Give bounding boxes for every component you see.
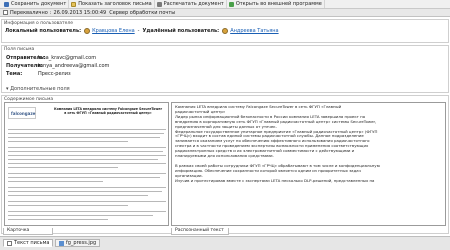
- image-text-line: [8, 159, 158, 161]
- tab-recognized-text[interactable]: Распознанный текст: [171, 228, 229, 235]
- subject-row: Тема: Пресс-релиз: [6, 71, 71, 77]
- external-app-icon: [228, 1, 234, 7]
- status-checkbox[interactable]: [3, 10, 8, 15]
- show-header-label: Показать заголовок письма: [78, 1, 152, 7]
- user-info-group: Информация о пользователе Локальный поль…: [1, 19, 449, 43]
- image-text-line: [8, 133, 164, 135]
- image-text-line: [8, 211, 166, 213]
- toolbar: Сохранить документ Показать заголовок пи…: [0, 0, 450, 9]
- open-external-label: Открыть во внешней программе: [235, 1, 322, 7]
- recognized-text-pane[interactable]: Компания LETA внедрила систему Falcongaz…: [171, 102, 446, 226]
- user-icon: [84, 28, 91, 34]
- show-header-button[interactable]: Показать заголовок письма: [69, 0, 155, 8]
- image-text-line: [8, 187, 166, 189]
- print-document-label: Распечатать документ: [163, 1, 224, 7]
- print-document-button[interactable]: Распечатать документ: [155, 0, 227, 8]
- image-text-line: [8, 219, 108, 221]
- remote-user-label: Удалённый пользователь:: [142, 28, 220, 34]
- user-info-header: Информация о пользователе: [4, 21, 74, 26]
- subject-label: Тема:: [6, 71, 23, 77]
- image-text-line: [8, 155, 166, 157]
- recipients-value: tanya_andreeva@gmail.com: [38, 63, 110, 69]
- open-external-button[interactable]: Открыть во внешней программе: [227, 0, 325, 8]
- image-text-line: [8, 167, 118, 169]
- status-time: 26.09.2013 15:00:49: [53, 9, 107, 16]
- status-label: Переквалично: [10, 9, 48, 16]
- status-bar: Переквалично : 26.09.2013 15:00:49 Серве…: [0, 9, 450, 17]
- user-info-row: Локальный пользователь: Кравцова Елена -…: [5, 28, 279, 34]
- remote-user-link[interactable]: Андреева Татьяна: [230, 28, 278, 34]
- image-text-line: [8, 181, 103, 183]
- bottom-tab-bar: Текст письма fg_press.jpg: [0, 236, 450, 250]
- tab-attachment[interactable]: fg_press.jpg: [55, 239, 101, 247]
- image-file-icon: [59, 240, 64, 246]
- image-text-line: [8, 163, 166, 165]
- chevron-down-icon: ▾: [6, 86, 9, 92]
- image-preview-pane[interactable]: falcongaze Компания LETA внедрила систем…: [4, 102, 169, 226]
- image-text-line: [8, 205, 128, 207]
- image-text-line: [8, 147, 166, 149]
- save-document-button[interactable]: Сохранить документ: [2, 0, 70, 8]
- image-text-line: [8, 141, 128, 143]
- image-text-line: [8, 201, 166, 203]
- save-document-label: Сохранить документ: [11, 1, 67, 7]
- status-state: Сервер обработки почты: [109, 9, 176, 16]
- document-icon: [7, 240, 12, 246]
- local-user-label: Локальный пользователь:: [5, 28, 82, 34]
- additional-fields-toggle[interactable]: ▾ Дополнительные поля: [6, 86, 70, 92]
- falcongaze-logo: falcongaze: [8, 107, 36, 119]
- tab-email-text[interactable]: Текст письма: [3, 239, 54, 247]
- save-icon: [4, 1, 9, 7]
- print-icon: [156, 1, 162, 7]
- sender-row: Отправитель: lena_kravc@gmail.com: [6, 55, 96, 61]
- subject-value: Пресс-релиз: [38, 71, 71, 77]
- email-fields-group: Поля письма Отправитель: lena_kravc@gmai…: [1, 45, 449, 93]
- image-text-line: [8, 137, 160, 139]
- sender-value: lena_kravc@gmail.com: [38, 55, 97, 61]
- envelope-icon: [71, 1, 77, 7]
- image-title: Компания LETA внедрила систему Falcongaz…: [53, 107, 163, 115]
- tab-email-text-label: Текст письма: [14, 240, 50, 246]
- image-text-line: [8, 195, 148, 197]
- recipients-row: Получатели: tanya_andreeva@gmail.com: [6, 63, 109, 69]
- text-line: Изучив и протестировав вместе с эксперта…: [175, 177, 375, 183]
- recipients-label: Получатели:: [6, 63, 43, 69]
- sender-label: Отправитель:: [6, 55, 46, 61]
- additional-fields-label: Дополнительные поля: [10, 86, 70, 92]
- user-icon-remote: [222, 28, 229, 34]
- image-text-line: [8, 129, 166, 131]
- tab-attachment-label: fg_press.jpg: [66, 240, 97, 246]
- local-user-link[interactable]: Кравцова Елена: [92, 28, 135, 34]
- image-text-line: [8, 215, 153, 217]
- image-text-line: [8, 191, 162, 193]
- image-text-line: [8, 173, 166, 175]
- tab-card[interactable]: Карточка: [3, 228, 53, 235]
- image-text-line: [8, 151, 163, 153]
- email-fields-header: Поля письма: [4, 47, 35, 52]
- image-text-line: [8, 177, 160, 179]
